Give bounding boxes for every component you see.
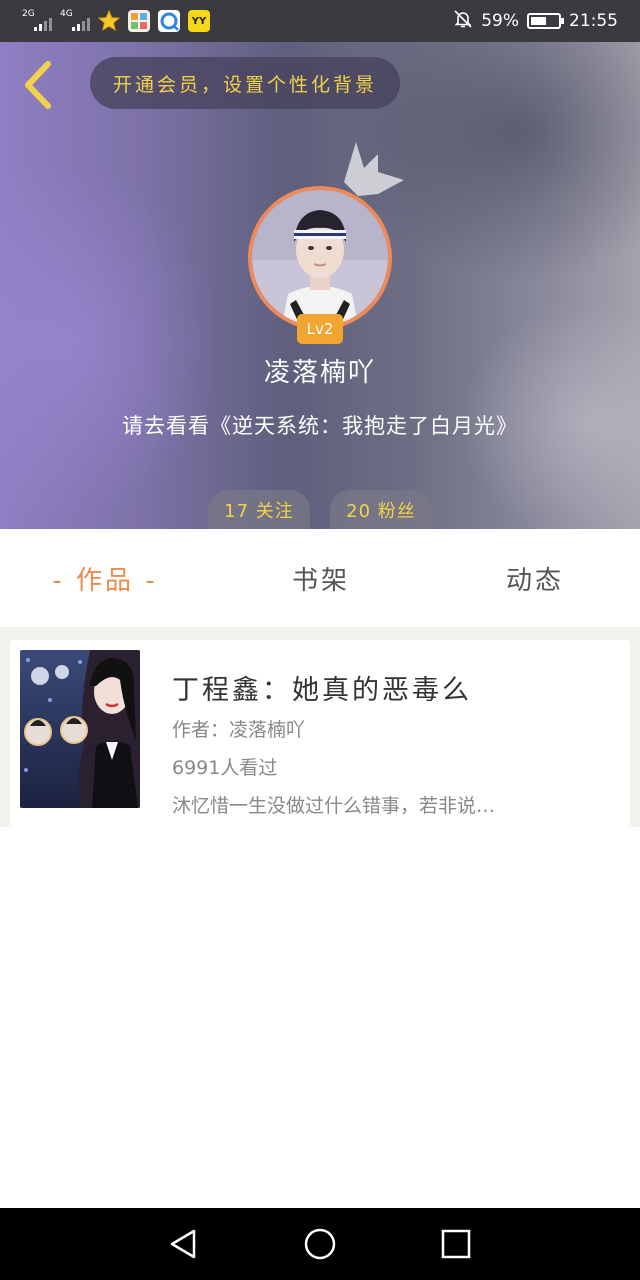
browser-icon (158, 10, 180, 32)
tab-feed-label: 动态 (505, 565, 564, 596)
avatar[interactable] (248, 186, 392, 330)
fans-count-button[interactable]: 20 粉丝 (330, 490, 432, 530)
back-triangle-icon (170, 1229, 196, 1259)
tab-bookshelf-label: 书架 (291, 565, 350, 596)
username: 凌落楠吖 (263, 358, 376, 388)
back-button[interactable] (18, 58, 58, 112)
profile-tabs: - 作品 - 书架 动态 (0, 529, 640, 627)
yy-app-label: YY (191, 15, 207, 27)
yy-app-icon: YY (188, 10, 210, 32)
status-left: 2G 4G YY (22, 8, 210, 34)
signal-icon-sim2: 4G (60, 10, 90, 32)
book-description: 沐忆惜一生没做过什么错事，若非说… (172, 795, 496, 817)
home-circle-icon (304, 1228, 336, 1260)
system-nav-bar (0, 1208, 640, 1280)
book-view-count: 6991人看过 (172, 757, 278, 779)
clock: 21:55 (569, 11, 618, 31)
photo-app-icon (128, 10, 150, 32)
nav-recents-button[interactable] (438, 1226, 474, 1262)
bell-off-icon (453, 9, 473, 34)
battery-icon (527, 13, 564, 29)
book-card[interactable]: 丁程鑫：她真的恶毒么 作者：凌落楠吖 6991人看过 沐忆惜一生没做过什么错事，… (10, 640, 630, 827)
network-type-sim2: 4G (60, 9, 73, 19)
profile-signature: 请去看看《逆天系统：我抱走了白月光》 (122, 414, 518, 438)
following-count-button[interactable]: 17 关注 (208, 490, 310, 530)
signal-icon-sim1: 2G (22, 10, 52, 32)
vip-prompt-text: 开通会员，设置个性化背景 (112, 73, 377, 96)
level-badge: Lv2 (297, 314, 343, 344)
book-title: 丁程鑫：她真的恶毒么 (172, 675, 472, 706)
star-icon (98, 10, 120, 32)
tab-works-label: - 作品 - (52, 565, 158, 596)
nav-back-button[interactable] (166, 1226, 202, 1262)
chevron-left-icon (25, 61, 51, 109)
level-badge-text: Lv2 (306, 320, 334, 338)
vip-background-prompt[interactable]: 开通会员，设置个性化背景 (90, 57, 400, 109)
nav-home-button[interactable] (302, 1226, 338, 1262)
avatar-image (248, 186, 392, 330)
status-right: 59% 21:55 (453, 8, 618, 34)
status-bar: 2G 4G YY 59% 21:55 (0, 0, 640, 42)
book-cover-image (20, 650, 140, 808)
tab-bookshelf[interactable]: 书架 (236, 529, 406, 627)
tab-feed[interactable]: 动态 (450, 529, 620, 627)
following-count: 17 关注 (224, 501, 294, 522)
network-type-sim1: 2G (22, 9, 35, 19)
recent-square-icon (441, 1229, 471, 1259)
book-author: 作者：凌落楠吖 (172, 719, 306, 741)
fans-count: 20 粉丝 (346, 501, 416, 522)
tab-works[interactable]: - 作品 - (20, 529, 190, 627)
battery-percent: 59% (481, 11, 519, 31)
